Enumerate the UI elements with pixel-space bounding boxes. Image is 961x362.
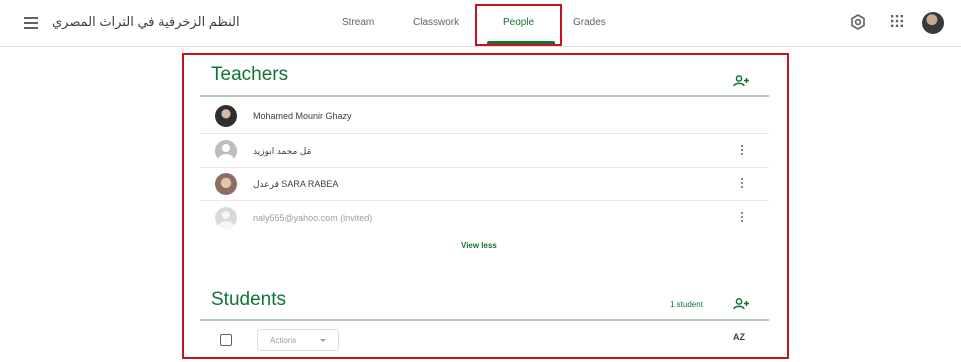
tab-stream[interactable]: Stream (342, 17, 374, 28)
tab-classwork[interactable]: Classwork (413, 17, 459, 28)
tab-grades[interactable]: Grades (573, 17, 606, 28)
class-title[interactable]: النظم الزخرفية في التراث المصري (52, 14, 240, 30)
apps-grid-icon[interactable] (890, 14, 904, 28)
menu-icon[interactable] (24, 17, 38, 29)
tab-highlight-box (475, 4, 562, 46)
settings-icon[interactable] (850, 14, 866, 30)
account-avatar[interactable] (922, 12, 944, 34)
people-panel-highlight-box (182, 53, 789, 359)
